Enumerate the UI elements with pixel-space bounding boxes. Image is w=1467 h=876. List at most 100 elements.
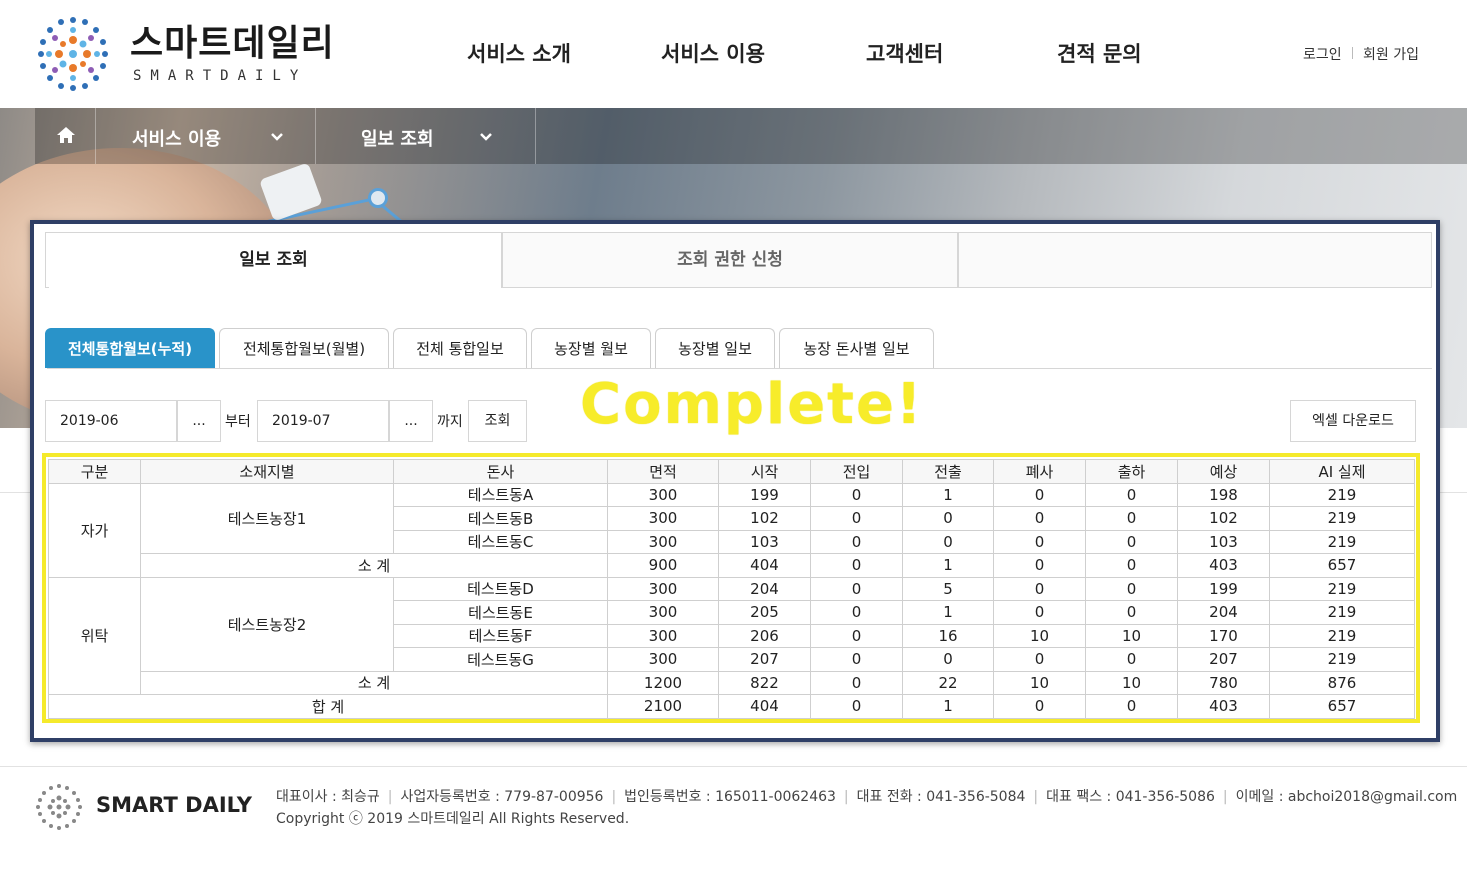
- subtab-farm-monthly[interactable]: 농장별 월보: [531, 328, 651, 368]
- to-date-picker-button[interactable]: ...: [389, 400, 433, 442]
- chevron-down-icon[interactable]: [270, 130, 284, 146]
- table-cell: 300: [607, 482, 719, 507]
- gnb-service-use[interactable]: 서비스 이용: [661, 38, 765, 68]
- table-cell: 822: [718, 670, 811, 695]
- chevron-down-icon[interactable]: [479, 130, 493, 146]
- table-cell: 403: [1177, 694, 1270, 719]
- header-cell: 출하: [1085, 459, 1178, 484]
- table-cell: 테스트동B: [393, 506, 608, 531]
- table-row: 위탁 테스트농장2 테스트동D 300 204 0 5 0 0 199 219: [48, 576, 1415, 695]
- table-cell: 780: [1177, 670, 1270, 695]
- table-cell: 657: [1269, 694, 1415, 719]
- subtabs-baseline: [47, 368, 1432, 369]
- header-cell: 구분: [48, 459, 141, 484]
- hero-network-dot: [368, 188, 388, 208]
- footer-biz-number: 사업자등록번호 : 779-87-00956: [400, 789, 604, 805]
- from-date-picker-button[interactable]: ...: [177, 400, 221, 442]
- table-cell: 404: [718, 694, 811, 719]
- table-cell: 204: [718, 576, 811, 601]
- table-cell: 0: [810, 576, 903, 601]
- site-header: 스마트데일리 SMARTDAILY 서비스 소개 서비스 이용 고객센터 견적 …: [0, 0, 1467, 108]
- gnb-customer-center[interactable]: 고객센터: [866, 38, 943, 68]
- table-cell: 0: [810, 623, 903, 648]
- table-cell: 0: [993, 576, 1086, 601]
- util-divider: [1352, 47, 1353, 59]
- table-cell: 1200: [607, 670, 719, 695]
- table-cell: 219: [1269, 623, 1415, 648]
- subtab-farm-daily[interactable]: 농장별 일보: [655, 328, 775, 368]
- table-cell: 199: [1177, 576, 1270, 601]
- from-label: 부터: [225, 414, 251, 430]
- table-cell: 219: [1269, 600, 1415, 625]
- table-cell: 1: [902, 600, 994, 625]
- table-cell: 0: [993, 482, 1086, 507]
- tab-daily-report[interactable]: 일보 조회: [45, 232, 502, 288]
- table-cell: 198: [1177, 482, 1270, 507]
- header-cell: AI 실제: [1269, 459, 1415, 484]
- tab-access-request[interactable]: 조회 권한 신청: [502, 232, 958, 288]
- to-date-input[interactable]: 2019-07: [257, 400, 389, 442]
- subtab-barn-daily[interactable]: 농장 돈사별 일보: [779, 328, 934, 368]
- from-date-input[interactable]: 2019-06: [45, 400, 177, 442]
- subtotal-row: 소 계 900 404 0 1 0 0 403 657: [49, 553, 1415, 578]
- table-cell: 170: [1177, 623, 1270, 648]
- table-cell: 300: [607, 529, 719, 554]
- table-cell: 102: [1177, 506, 1270, 531]
- table-cell: 0: [993, 506, 1086, 531]
- excel-download-button[interactable]: 엑셀 다운로드: [1290, 400, 1416, 442]
- complete-overlay-text: Complete!: [580, 372, 924, 437]
- footer-copyright: Copyright ⓒ 2019 스마트데일리 All Rights Reser…: [276, 811, 630, 827]
- table-cell: 위탁: [48, 576, 141, 695]
- table-cell: 199: [718, 482, 811, 507]
- table-cell: 테스트농장1: [140, 482, 394, 554]
- table-cell: 0: [1085, 694, 1178, 719]
- brand-name[interactable]: 스마트데일리: [130, 14, 335, 66]
- footer-company-info: 대표이사 : 최승규 | 사업자등록번호 : 779-87-00956 | 법인등록번호…: [276, 789, 1458, 805]
- subtab-total-daily[interactable]: 전체 통합일보: [393, 328, 527, 368]
- table-cell: 0: [810, 647, 903, 672]
- table-cell: 0: [1085, 506, 1178, 531]
- gnb-service-intro[interactable]: 서비스 소개: [467, 38, 571, 68]
- table-cell: 자가: [48, 482, 141, 578]
- gnb-estimate-inquiry[interactable]: 견적 문의: [1057, 38, 1142, 68]
- table-cell: 0: [810, 529, 903, 554]
- footer-tel: 대표 전화 : 041-356-5084: [856, 789, 1026, 805]
- table-cell: 0: [810, 553, 903, 578]
- table-cell: 10: [1085, 623, 1178, 648]
- table-cell: 1: [902, 694, 994, 719]
- table-cell: 소 계: [140, 670, 608, 695]
- table-cell: 900: [607, 553, 719, 578]
- table-cell: 205: [718, 600, 811, 625]
- nav-service-use[interactable]: 서비스 이용: [132, 125, 221, 151]
- logo-icon[interactable]: [33, 14, 113, 94]
- table-cell: 테스트동A: [393, 482, 608, 507]
- report-table: 구분 소재지별 돈사 면적 시작 전입 전출 폐사 출하 예상 AI 실제 자가…: [48, 459, 1415, 719]
- home-icon[interactable]: [56, 126, 76, 144]
- table-cell: 219: [1269, 647, 1415, 672]
- table-cell: 0: [993, 529, 1086, 554]
- login-link[interactable]: 로그인: [1303, 44, 1342, 64]
- table-cell: 1: [902, 553, 994, 578]
- table-cell: 219: [1269, 482, 1415, 507]
- table-cell: 10: [1085, 670, 1178, 695]
- table-cell: 657: [1269, 553, 1415, 578]
- table-cell: 10: [993, 623, 1086, 648]
- header-cell: 시작: [718, 459, 811, 484]
- nav-daily-report[interactable]: 일보 조회: [361, 125, 434, 151]
- table-cell: 0: [810, 506, 903, 531]
- footer-fax: 대표 팩스 : 041-356-5086: [1046, 789, 1215, 805]
- subtab-total-monthly-cumulative[interactable]: 전체통합월보(누적): [45, 328, 215, 368]
- table-cell: 0: [902, 647, 994, 672]
- table-cell: 테스트동D: [393, 576, 608, 601]
- table-cell: 합 계: [48, 694, 608, 719]
- header-cell: 폐사: [993, 459, 1086, 484]
- table-cell: 10: [993, 670, 1086, 695]
- table-cell: 0: [1085, 553, 1178, 578]
- footer-corp-number: 법인등록번호 : 165011-0062463: [624, 789, 836, 805]
- signup-link[interactable]: 회원 가입: [1363, 44, 1419, 64]
- subtab-total-monthly[interactable]: 전체통합월보(월별): [219, 328, 389, 368]
- table-cell: 300: [607, 623, 719, 648]
- footer-brand-name: SMART DAILY: [96, 793, 252, 817]
- search-button[interactable]: 조회: [468, 400, 527, 442]
- report-panel: 일보 조회 조회 권한 신청 전체통합월보(누적) 전체통합월보(월별) 전체 …: [30, 220, 1440, 742]
